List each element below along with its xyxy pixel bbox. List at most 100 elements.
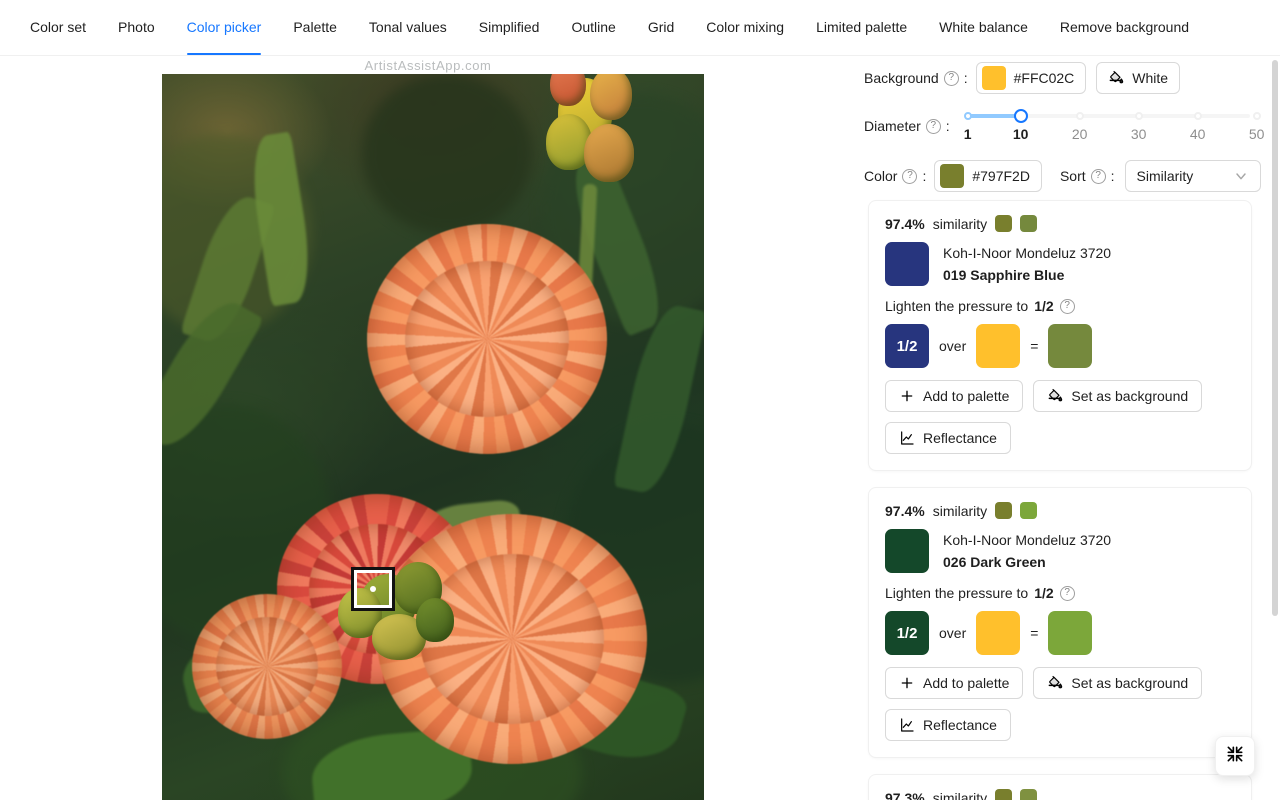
tab-limited-palette[interactable]: Limited palette xyxy=(816,0,907,55)
slider-mark-20[interactable] xyxy=(1075,112,1084,120)
paint-result-card[interactable]: 97.4% similarity Koh-I-Noor Mondeluz 372… xyxy=(868,200,1252,471)
background-help-icon[interactable]: ? xyxy=(943,70,959,86)
diameter-row: Diameter ? : 1 10 20 30 40 50 xyxy=(856,100,1264,152)
add-to-palette-label: Add to palette xyxy=(923,675,1010,691)
tab-outline[interactable]: Outline xyxy=(571,0,615,55)
slider-handle[interactable] xyxy=(1013,109,1028,123)
sort-help-icon[interactable]: ? xyxy=(1090,168,1106,184)
pressure-hint: Lighten the pressure to 1/2 ? xyxy=(885,585,1235,601)
tab-color-set[interactable]: Color set xyxy=(30,0,86,55)
color-help-icon[interactable]: ? xyxy=(902,168,918,184)
background-color-value: #FFC02C xyxy=(1013,70,1075,86)
results-scrollbar-thumb[interactable] xyxy=(1272,60,1278,616)
background-color-button[interactable]: #FFC02C xyxy=(975,62,1087,94)
line-chart-icon xyxy=(899,430,915,446)
results-panel-inner: Background ? : #FFC02C White Diameter ? … xyxy=(856,56,1264,800)
pressure-help-icon[interactable]: ? xyxy=(1059,298,1075,314)
slider-label-30[interactable]: 30 xyxy=(1131,126,1147,142)
sort-label-text: Sort xyxy=(1059,168,1086,184)
color-colon: : xyxy=(922,168,927,184)
tab-white-balance[interactable]: White balance xyxy=(939,0,1028,55)
main-tabbar: Color set Photo Color picker Palette Ton… xyxy=(0,0,1280,56)
slider-label-20[interactable]: 20 xyxy=(1072,126,1088,142)
pressure-hint-fraction: 1/2 xyxy=(1034,585,1054,601)
tab-grid[interactable]: Grid xyxy=(648,0,674,55)
mix-result-swatch xyxy=(1048,611,1093,655)
similarity-swatch-source xyxy=(995,789,1013,800)
plus-icon xyxy=(899,388,915,404)
mix-background-swatch xyxy=(976,324,1021,368)
collapse-arrows-icon xyxy=(1225,744,1245,769)
background-colon: : xyxy=(963,70,968,86)
pressure-help-icon[interactable]: ? xyxy=(1059,585,1075,601)
tab-photo[interactable]: Photo xyxy=(118,0,155,55)
diameter-help-icon[interactable]: ? xyxy=(925,118,941,134)
slider-label-1[interactable]: 1 xyxy=(964,126,972,142)
tab-tonal-values[interactable]: Tonal values xyxy=(369,0,447,55)
card-actions-primary: Add to palette Set as background xyxy=(885,380,1235,412)
chevron-down-icon xyxy=(1233,168,1249,184)
reflectance-button[interactable]: Reflectance xyxy=(885,422,1011,454)
tab-color-picker[interactable]: Color picker xyxy=(186,0,261,55)
picked-color-button[interactable]: #797F2D xyxy=(934,160,1042,192)
similarity-line: 97.4% similarity xyxy=(885,502,1235,519)
sort-colon: : xyxy=(1110,168,1115,184)
set-white-background-button[interactable]: White xyxy=(1096,62,1181,94)
slider-label-40[interactable]: 40 xyxy=(1190,126,1206,142)
slider-mark-50[interactable] xyxy=(1252,112,1261,120)
line-chart-icon xyxy=(899,717,915,733)
slider-mark-40[interactable] xyxy=(1193,112,1202,120)
reflectance-button[interactable]: Reflectance xyxy=(885,709,1011,741)
tab-simplified[interactable]: Simplified xyxy=(479,0,540,55)
set-as-background-label: Set as background xyxy=(1071,388,1189,404)
pressure-hint: Lighten the pressure to 1/2 ? xyxy=(885,298,1235,314)
diameter-slider[interactable]: 1 10 20 30 40 50 xyxy=(954,104,1264,148)
color-label: Color ? : xyxy=(864,168,926,184)
set-as-background-button[interactable]: Set as background xyxy=(1033,380,1203,412)
add-to-palette-button[interactable]: Add to palette xyxy=(885,667,1024,699)
content-area: ArtistAssistApp.com Background ?: #FFC0… xyxy=(0,56,1280,800)
diameter-label-text: Diameter xyxy=(864,118,921,134)
add-to-palette-button[interactable]: Add to palette xyxy=(885,380,1024,412)
mix-equals-sign: = xyxy=(1030,625,1039,641)
paint-brand: Koh-I-Noor Mondeluz 3720 xyxy=(943,245,1112,261)
background-row: Background ? : #FFC02C White xyxy=(856,56,1264,100)
photo-canvas[interactable] xyxy=(162,74,704,800)
similarity-swatch-match xyxy=(1020,215,1038,232)
similarity-swatch-source xyxy=(995,502,1013,519)
tab-color-mixing[interactable]: Color mixing xyxy=(706,0,784,55)
paint-result-card[interactable]: 97.3% similarity xyxy=(868,774,1252,800)
set-as-background-button[interactable]: Set as background xyxy=(1033,667,1203,699)
similarity-line: 97.3% similarity xyxy=(885,789,1235,800)
collapse-panel-button[interactable] xyxy=(1215,736,1255,776)
fill-bucket-icon xyxy=(1108,70,1124,86)
slider-mark-1[interactable] xyxy=(963,112,972,120)
color-label-text: Color xyxy=(864,168,898,184)
similarity-suffix: similarity xyxy=(932,502,988,519)
card-actions-secondary: Reflectance xyxy=(885,709,1235,741)
reflectance-label: Reflectance xyxy=(923,717,997,733)
sort-select-value: Similarity xyxy=(1136,168,1194,184)
color-picker-crosshair[interactable] xyxy=(351,567,395,611)
mix-fraction-swatch: 1/2 xyxy=(885,324,929,368)
slider-mark-30[interactable] xyxy=(1134,112,1143,120)
mix-result-swatch xyxy=(1048,324,1093,368)
mix-preview: 1/2 over = xyxy=(885,324,1235,368)
paint-swatch xyxy=(885,529,929,573)
paint-result-card[interactable]: 97.4% similarity Koh-I-Noor Mondeluz 372… xyxy=(868,487,1252,758)
slider-label-50[interactable]: 50 xyxy=(1249,126,1265,142)
picked-color-swatch xyxy=(940,164,965,188)
mix-equals-sign: = xyxy=(1030,338,1039,354)
paint-identity: Koh-I-Noor Mondeluz 3720 026 Dark Green xyxy=(885,529,1235,573)
card-actions-secondary: Reflectance xyxy=(885,422,1235,454)
sort-label: Sort ? : xyxy=(1060,168,1115,184)
tab-palette[interactable]: Palette xyxy=(293,0,337,55)
tab-remove-background[interactable]: Remove background xyxy=(1060,0,1189,55)
sort-select[interactable]: Similarity xyxy=(1124,160,1261,192)
slider-fill xyxy=(967,114,1021,118)
watermark: ArtistAssistApp.com xyxy=(364,58,492,73)
paint-name: 026 Dark Green xyxy=(943,554,1046,570)
slider-label-10[interactable]: 10 xyxy=(1013,126,1029,142)
similarity-percent: 97.4% xyxy=(885,502,925,519)
similarity-percent: 97.3% xyxy=(885,789,925,800)
